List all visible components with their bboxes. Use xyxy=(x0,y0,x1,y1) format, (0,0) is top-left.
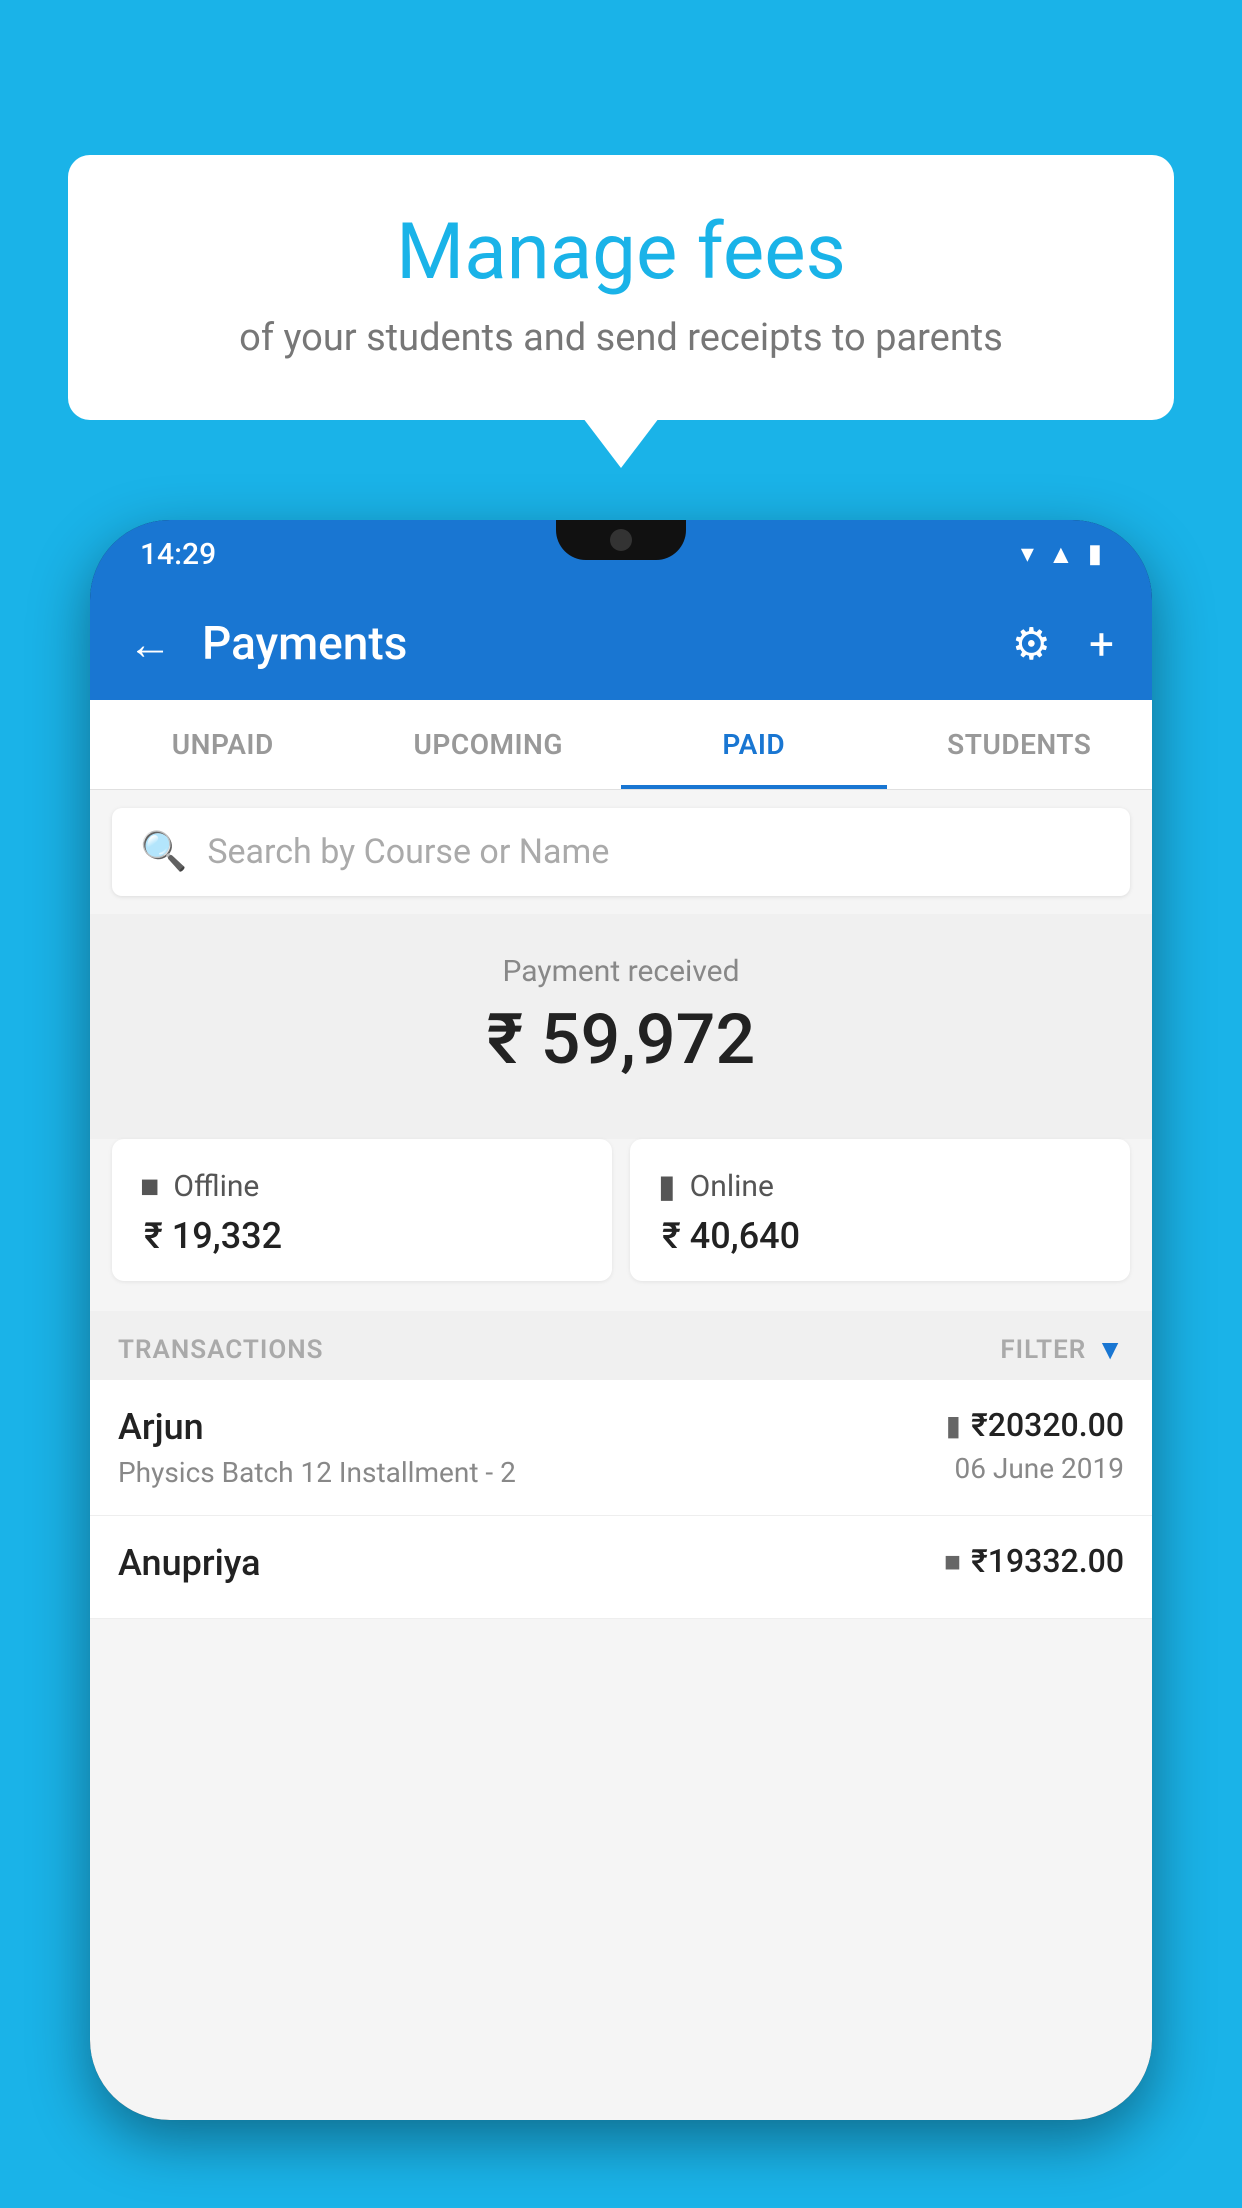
online-card-header: ▮ Online xyxy=(658,1167,1102,1205)
screen-body: 🔍 Search by Course or Name Payment recei… xyxy=(90,790,1152,2120)
online-payment-icon: ▮ xyxy=(658,1167,676,1205)
status-time: 14:29 xyxy=(140,537,216,572)
transaction-name: Anupriya xyxy=(118,1542,261,1584)
payment-cards: ■ Offline ₹ 19,332 ▮ Online ₹ 40, xyxy=(90,1139,1152,1311)
transaction-amount: ₹19332.00 xyxy=(971,1542,1124,1580)
filter-label: FILTER xyxy=(1000,1335,1086,1365)
tab-unpaid[interactable]: UNPAID xyxy=(90,700,356,789)
notch xyxy=(556,520,686,560)
tab-upcoming[interactable]: UPCOMING xyxy=(356,700,622,789)
transactions-header: TRANSACTIONS FILTER ▼ xyxy=(90,1311,1152,1380)
transaction-date: 06 June 2019 xyxy=(954,1452,1124,1485)
phone-screen: 14:29 ▾ ▲ ▮ ← Payments ⚙ + xyxy=(90,520,1152,2120)
payment-total-amount: ₹ 59,972 xyxy=(110,999,1132,1081)
online-card: ▮ Online ₹ 40,640 xyxy=(630,1139,1130,1281)
transaction-amount-row: ▮ ₹20320.00 xyxy=(946,1406,1124,1444)
app-bar: ← Payments ⚙ + xyxy=(90,588,1152,700)
card-payment-icon: ▮ xyxy=(946,1409,961,1442)
transaction-amount-row: ■ ₹19332.00 xyxy=(944,1542,1124,1580)
online-label: Online xyxy=(690,1169,774,1204)
status-icons: ▾ ▲ ▮ xyxy=(1021,539,1102,570)
offline-amount: ₹ 19,332 xyxy=(140,1215,584,1257)
search-icon: 🔍 xyxy=(140,830,187,874)
app-bar-actions: ⚙ + xyxy=(1012,618,1114,670)
search-placeholder: Search by Course or Name xyxy=(207,832,609,872)
wifi-icon: ▾ xyxy=(1021,539,1034,569)
transaction-left: Arjun Physics Batch 12 Installment - 2 xyxy=(118,1406,516,1489)
bubble-subtitle: of your students and send receipts to pa… xyxy=(128,316,1114,360)
transaction-detail: Physics Batch 12 Installment - 2 xyxy=(118,1456,516,1489)
transaction-right: ▮ ₹20320.00 06 June 2019 xyxy=(946,1406,1124,1485)
settings-icon[interactable]: ⚙ xyxy=(1012,618,1051,670)
online-amount: ₹ 40,640 xyxy=(658,1215,1102,1257)
transaction-right: ■ ₹19332.00 xyxy=(944,1542,1124,1580)
signal-icon: ▲ xyxy=(1048,539,1074,570)
battery-icon: ▮ xyxy=(1088,539,1102,569)
payment-received-label: Payment received xyxy=(110,954,1132,989)
app-title: Payments xyxy=(202,617,982,671)
cash-payment-icon: ■ xyxy=(944,1545,961,1578)
offline-label: Offline xyxy=(173,1169,259,1204)
tab-paid[interactable]: PAID xyxy=(621,700,887,789)
front-camera xyxy=(610,529,632,551)
transaction-name: Arjun xyxy=(118,1406,516,1448)
offline-card: ■ Offline ₹ 19,332 xyxy=(112,1139,612,1281)
offline-payment-icon: ■ xyxy=(140,1167,159,1205)
phone-container: 14:29 ▾ ▲ ▮ ← Payments ⚙ + xyxy=(90,520,1152,2208)
add-icon[interactable]: + xyxy=(1089,618,1114,670)
tab-students[interactable]: STUDENTS xyxy=(887,700,1153,789)
background: Manage fees of your students and send re… xyxy=(0,0,1242,2208)
speech-bubble: Manage fees of your students and send re… xyxy=(68,155,1174,420)
transaction-row[interactable]: Arjun Physics Batch 12 Installment - 2 ▮… xyxy=(90,1380,1152,1516)
tabs-bar: UNPAID UPCOMING PAID STUDENTS xyxy=(90,700,1152,790)
transactions-label: TRANSACTIONS xyxy=(118,1335,324,1365)
filter-button[interactable]: FILTER ▼ xyxy=(1000,1333,1124,1366)
transaction-amount: ₹20320.00 xyxy=(971,1406,1124,1444)
payment-section: Payment received ₹ 59,972 xyxy=(90,914,1152,1139)
content-area: 🔍 Search by Course or Name Payment recei… xyxy=(90,790,1152,2120)
offline-card-header: ■ Offline xyxy=(140,1167,584,1205)
speech-bubble-container: Manage fees of your students and send re… xyxy=(68,155,1174,420)
transaction-left: Anupriya xyxy=(118,1542,261,1592)
back-button[interactable]: ← xyxy=(128,618,172,670)
filter-icon: ▼ xyxy=(1096,1333,1124,1366)
phone-frame: 14:29 ▾ ▲ ▮ ← Payments ⚙ + xyxy=(90,520,1152,2120)
bubble-title: Manage fees xyxy=(128,210,1114,296)
search-bar[interactable]: 🔍 Search by Course or Name xyxy=(112,808,1130,896)
transaction-row[interactable]: Anupriya ■ ₹19332.00 xyxy=(90,1516,1152,1619)
